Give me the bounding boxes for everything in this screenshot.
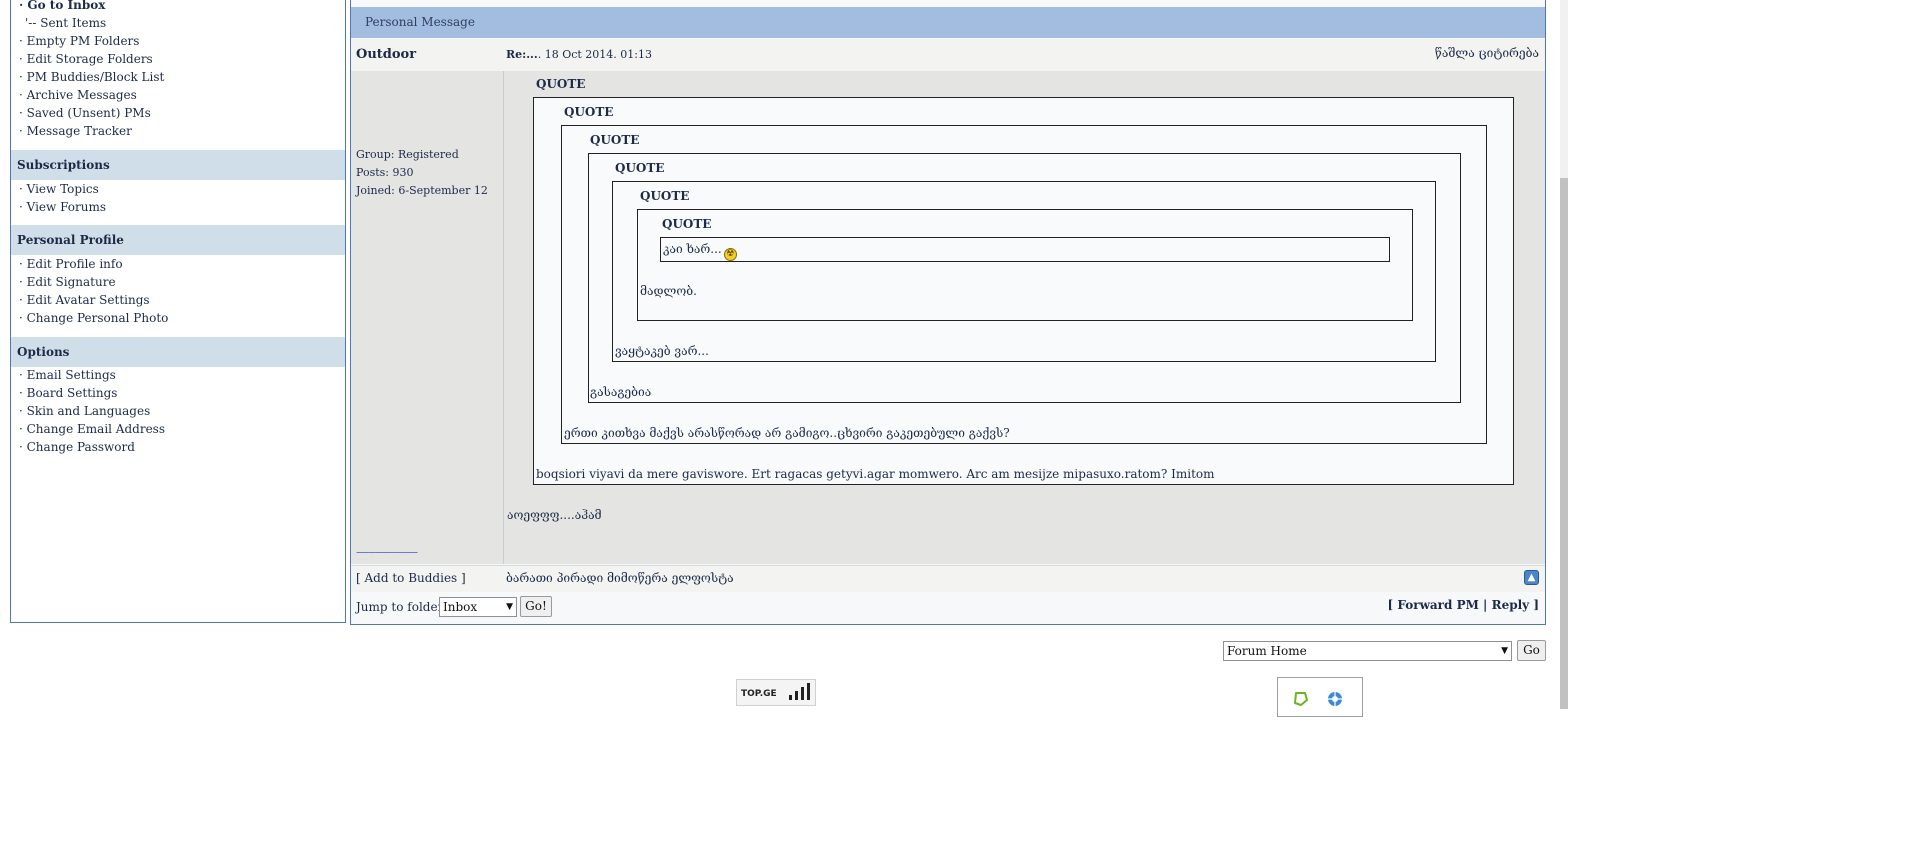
sidebar-section-subscriptions: Subscriptions — [11, 150, 345, 180]
post-subject: Re:... — [506, 48, 538, 61]
chevron-down-icon: ▼ — [506, 602, 513, 612]
footer-counter-icons — [1277, 677, 1363, 717]
quote-text-5: მადლობ. — [640, 284, 697, 298]
buddy-row: [ Add to Buddies ] ბარათი პირადი მიმოწერ… — [351, 565, 1545, 592]
sidebar-item-empty-pm-folders[interactable]: · Empty PM Folders — [19, 34, 139, 48]
sidebar-item-edit-profile-info[interactable]: · Edit Profile info — [19, 257, 123, 271]
scrollbar-thumb[interactable] — [1560, 178, 1568, 709]
topge-counter-badge[interactable]: TOP.GE — [736, 679, 816, 706]
forward-pm-link[interactable]: [ Forward PM | — [1388, 598, 1488, 612]
quote-text-6: კაი ხარ... ☢ — [663, 242, 737, 261]
sidebar-item-edit-avatar-settings[interactable]: · Edit Avatar Settings — [19, 293, 150, 307]
jump-row: Jump to folder: Inbox ▼ Go! [ Forward PM… — [351, 592, 1545, 624]
user-posts: Posts: 930 — [356, 166, 414, 179]
sender-signature: ბარათი პირადი მიმოწერა ელფოსტა — [506, 571, 734, 585]
quote-label-2: QUOTE — [564, 105, 614, 119]
sidebar-item-archive-messages[interactable]: · Archive Messages — [19, 88, 137, 102]
go-folder-button[interactable]: Go! — [520, 596, 552, 617]
signal-bar-2 — [795, 691, 798, 700]
page-scrollbar[interactable] — [1560, 0, 1568, 709]
quote-text-4: ვაყტაკებ ვარ... — [615, 344, 709, 358]
sidebar-item-email-settings[interactable]: · Email Settings — [19, 368, 116, 382]
sidebar-item-change-password[interactable]: · Change Password — [19, 440, 135, 454]
sidebar-item-skin-and-languages[interactable]: · Skin and Languages — [19, 404, 150, 418]
quote-label-4: QUOTE — [615, 161, 665, 175]
sidebar-item-pm-buddies[interactable]: · PM Buddies/Block List — [19, 70, 164, 84]
quote-label-1: QUOTE — [536, 77, 586, 91]
reply-text: აოეფფფ....აჰამ — [507, 508, 602, 522]
signal-bar-3 — [801, 687, 804, 700]
chevron-down-icon: ▼ — [1501, 646, 1508, 656]
user-info: Group: Registered Posts: 930 Joined: 6-S… — [356, 146, 488, 200]
sidebar-item-saved-pms[interactable]: · Saved (Unsent) PMs — [19, 106, 151, 120]
message-panel: Personal Message Outdoor Re:.... 18 Oct … — [350, 0, 1546, 625]
quote-box-5 — [637, 209, 1413, 321]
quote-box-6 — [660, 237, 1390, 262]
sidebar-section-personal-profile: Personal Profile — [11, 225, 345, 255]
quote-text-1: boqsiori viyavi da mere gaviswore. Ert r… — [536, 467, 1215, 481]
add-to-buddies-link[interactable]: [ Add to Buddies ] — [356, 571, 466, 585]
signal-bar-4 — [807, 683, 810, 700]
forum-jump-select[interactable]: Forum Home ▼ — [1223, 641, 1512, 661]
quote-label-3: QUOTE — [590, 133, 640, 147]
pm-actions: [ Forward PM | Reply ] — [1388, 598, 1539, 612]
topge-logo-text: TOP.GE — [741, 689, 777, 699]
sidebar-item-view-topics[interactable]: · View Topics — [19, 182, 99, 196]
quote-text-3: გასაგებია — [590, 385, 652, 399]
quote-label-6: QUOTE — [662, 217, 712, 231]
sidebar-item-view-forums[interactable]: · View Forums — [19, 200, 106, 214]
user-info-column: Group: Registered Posts: 930 Joined: 6-S… — [351, 71, 504, 564]
sidebar-item-edit-signature[interactable]: · Edit Signature — [19, 275, 116, 289]
sidebar-item-edit-storage-folders[interactable]: · Edit Storage Folders — [19, 52, 153, 66]
user-group: Group: Registered — [356, 148, 459, 161]
author-name-link[interactable]: Outdoor — [356, 47, 416, 62]
forum-jump-select-value: Forum Home — [1227, 644, 1307, 658]
leaf-icon[interactable] — [1293, 691, 1309, 707]
globe-icon[interactable] — [1327, 691, 1343, 707]
forum-go-button[interactable]: Go — [1517, 640, 1546, 661]
signature-divider: -------------------- — [356, 545, 418, 559]
sidebar: · Go to Inbox '-- Sent Items · Empty PM … — [10, 0, 346, 623]
sidebar-item-sent-items[interactable]: '-- Sent Items — [25, 16, 106, 30]
quote-label-5: QUOTE — [640, 189, 690, 203]
folder-select-value: Inbox — [443, 600, 478, 614]
post-header: Re:.... 18 Oct 2014. 01:13 — [506, 48, 652, 61]
quote-text-2: ერთი კითხვა მაქვს არასწორად არ გამიგო..ც… — [564, 426, 1010, 440]
sidebar-item-change-personal-photo[interactable]: · Change Personal Photo — [19, 311, 168, 325]
sidebar-item-message-tracker[interactable]: · Message Tracker — [19, 124, 132, 138]
signal-bar-1 — [789, 695, 792, 700]
user-joined: Joined: 6-September 12 — [356, 184, 488, 197]
back-to-top-icon[interactable]: ▲ — [1524, 570, 1539, 585]
author-row: Outdoor Re:.... 18 Oct 2014. 01:13 წაშლა… — [351, 39, 1545, 71]
post-date: . 18 Oct 2014. 01:13 — [537, 48, 652, 61]
sidebar-item-change-email-address[interactable]: · Change Email Address — [19, 422, 165, 436]
jump-to-folder-label: Jump to folder: — [356, 600, 448, 614]
smiley-icon: ☢ — [723, 248, 737, 261]
reply-link[interactable]: Reply ] — [1492, 598, 1539, 612]
sidebar-item-go-to-inbox[interactable]: · Go to Inbox — [19, 0, 105, 12]
message-title-bar: Personal Message — [351, 7, 1545, 38]
post-tools-links[interactable]: წაშლა ციტირება — [1435, 46, 1539, 60]
sidebar-item-board-settings[interactable]: · Board Settings — [19, 386, 117, 400]
post-body: QUOTE QUOTE QUOTE QUOTE QUOTE QUOTE კაი … — [504, 71, 1545, 564]
quote-text-6-value: კაი ხარ... — [663, 242, 722, 256]
sidebar-section-options: Options — [11, 337, 345, 367]
folder-select[interactable]: Inbox ▼ — [439, 597, 517, 617]
